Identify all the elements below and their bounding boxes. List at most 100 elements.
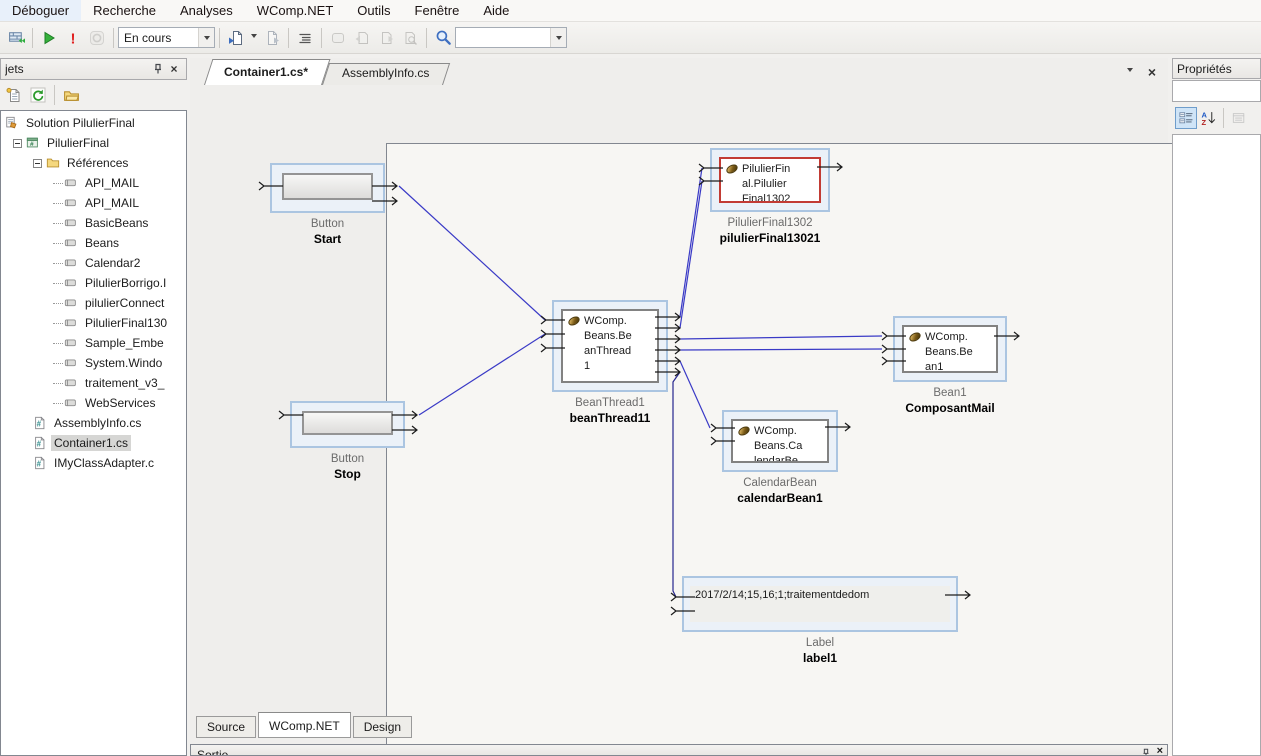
- menu-item-wcomp-net[interactable]: WComp.NET: [245, 0, 346, 21]
- tree-item-label: Solution PilulierFinal: [23, 115, 138, 131]
- document-tab-assemblyinfo-cs[interactable]: AssemblyInfo.cs: [322, 63, 443, 85]
- run-mode-combo-dropdown-icon[interactable]: [198, 28, 214, 47]
- properties-grid[interactable]: [1172, 134, 1261, 756]
- toolbar-separator: [54, 85, 55, 105]
- tree-item-api-mail[interactable]: API_MAIL: [1, 173, 186, 193]
- csfile-icon: #: [33, 416, 47, 430]
- toolbar-separator: [32, 28, 33, 48]
- menu-item-d-boguer[interactable]: Déboguer: [0, 0, 81, 21]
- dropdown-caret-icon[interactable]: [248, 27, 260, 49]
- component-type-label: Button: [245, 452, 450, 467]
- tree-item-container1-cs[interactable]: #Container1.cs: [1, 433, 186, 453]
- main-toolbar: ! En cours: [0, 22, 1261, 54]
- tree-collapse-icon[interactable]: [33, 159, 42, 168]
- menu-item-aide[interactable]: Aide: [471, 0, 521, 21]
- categorized-icon[interactable]: [1175, 107, 1197, 129]
- menu-item-outils[interactable]: Outils: [345, 0, 402, 21]
- break-icon[interactable]: !: [61, 26, 85, 50]
- tree-item-pilulierconnect[interactable]: pilulierConnect: [1, 293, 186, 313]
- new-file-icon[interactable]: [2, 83, 26, 107]
- tab-list-dropdown-icon[interactable]: [1122, 64, 1138, 79]
- shape-icon: [326, 26, 350, 50]
- tree-guide-line: [53, 363, 63, 364]
- tree-item-traitement-v3-[interactable]: traitement_v3_: [1, 373, 186, 393]
- tree-item-imyclassadapter-c[interactable]: #IMyClassAdapter.c: [1, 453, 186, 473]
- tree-item-pilulierborrigo-i[interactable]: PilulierBorrigo.I: [1, 273, 186, 293]
- tree-item-system-windo[interactable]: System.Windo: [1, 353, 186, 373]
- tree-item-basicbeans[interactable]: BasicBeans: [1, 213, 186, 233]
- properties-toolbar: AZ: [1172, 104, 1261, 132]
- properties-object-combo[interactable]: [1172, 80, 1261, 102]
- component-type-label: PilulierFinal1302: [665, 216, 875, 231]
- build-icon[interactable]: [4, 26, 28, 50]
- tree-item-solution-pilulierfinal[interactable]: Solution PilulierFinal: [1, 113, 186, 133]
- tree-guide-line: [53, 183, 63, 184]
- pin-icon[interactable]: [150, 62, 166, 77]
- component-button-stop[interactable]: [290, 401, 405, 448]
- tree-item-calendar2[interactable]: Calendar2: [1, 253, 186, 273]
- close-icon[interactable]: ×: [166, 62, 182, 77]
- view-tab-source[interactable]: Source: [196, 716, 256, 738]
- component-instance-label: ComposantMail: [848, 401, 1052, 416]
- sort-az-icon[interactable]: AZ: [1197, 107, 1219, 129]
- tree-item-pilulierfinal[interactable]: #PilulierFinal: [1, 133, 186, 153]
- tree-item-sample-embe[interactable]: Sample_Embe: [1, 333, 186, 353]
- component-caption-button-start: ButtonStart: [225, 217, 430, 247]
- tree-item-assemblyinfo-cs[interactable]: # AssemblyInfo.cs: [1, 413, 186, 433]
- run-mode-combo-value: En cours: [119, 31, 198, 45]
- folder-icon: [46, 156, 60, 170]
- bean-box: PilulierFinal.PilulierFinal1302: [719, 157, 821, 203]
- menu-item-analyses[interactable]: Analyses: [168, 0, 245, 21]
- tree-guide-line: [53, 283, 63, 284]
- document-tab-container1-cs-[interactable]: Container1.cs*: [204, 59, 322, 85]
- tree-guide-line: [53, 263, 63, 264]
- component-pilulier-final[interactable]: PilulierFinal.PilulierFinal1302: [710, 148, 830, 212]
- view-tab-design[interactable]: Design: [353, 716, 412, 738]
- component-bean-thread[interactable]: WComp.Beans.BeanThread1: [552, 300, 668, 392]
- search-combo[interactable]: [455, 27, 567, 48]
- tree-item-pilulierfinal130[interactable]: PilulierFinal130: [1, 313, 186, 333]
- component-instance-label: calendarBean1: [677, 491, 883, 506]
- tree-guide-line: [53, 403, 63, 404]
- refresh-icon[interactable]: [26, 83, 50, 107]
- output-panel-header[interactable]: Sortie ×: [190, 744, 1168, 756]
- svg-text:!: !: [71, 30, 76, 46]
- tree-item-api-mail[interactable]: API_MAIL: [1, 193, 186, 213]
- component-caption-pilulier-final: PilulierFinal1302pilulierFinal13021: [665, 216, 875, 246]
- solution-explorer-title: jets: [5, 62, 150, 76]
- project-icon: #: [26, 136, 40, 150]
- menu-item-fen-tre[interactable]: Fenêtre: [403, 0, 472, 21]
- component-class-text: PilulierFinal.PilulierFinal1302: [742, 162, 792, 203]
- reference-icon: [64, 376, 78, 390]
- component-type-label: Label: [637, 636, 1003, 651]
- tree-item-label: traitement_v3_: [82, 375, 167, 391]
- tree-item-label: WebServices: [82, 395, 158, 411]
- tree-item-r-f-rences[interactable]: Références: [1, 153, 186, 173]
- search-icon[interactable]: [431, 26, 455, 50]
- tree-item-label: AssemblyInfo.cs: [51, 415, 144, 431]
- component-calendar-bean[interactable]: WComp.Beans.CalendarBean: [722, 410, 838, 472]
- run-icon[interactable]: [37, 26, 61, 50]
- step-into-icon[interactable]: [224, 26, 248, 50]
- open-folder-icon[interactable]: [59, 83, 83, 107]
- toolbar-separator: [426, 28, 427, 48]
- bean-icon: [567, 315, 581, 328]
- toolbar-separator: [113, 28, 114, 48]
- component-composant-mail[interactable]: WComp.Beans.Bean1: [893, 316, 1007, 382]
- component-button-start[interactable]: [270, 163, 385, 213]
- tree-item-beans[interactable]: Beans: [1, 233, 186, 253]
- tree-item-webservices[interactable]: WebServices: [1, 393, 186, 413]
- component-label1[interactable]: 2017/2/14;15,16;1;traitementdedom: [682, 576, 958, 632]
- run-mode-combo[interactable]: En cours: [118, 27, 215, 48]
- view-tab-wcomp-net[interactable]: WComp.NET: [258, 712, 351, 738]
- search-combo-dropdown-icon[interactable]: [550, 28, 566, 47]
- comment-list-icon[interactable]: [293, 26, 317, 50]
- reference-icon: [64, 356, 78, 370]
- solution-explorer-header: jets ×: [0, 58, 187, 80]
- tab-close-icon[interactable]: ×: [1144, 64, 1160, 79]
- tree-collapse-icon[interactable]: [13, 139, 22, 148]
- menu-item-recherche[interactable]: Recherche: [81, 0, 168, 21]
- close-icon[interactable]: ×: [1157, 747, 1163, 756]
- reference-icon: [64, 236, 78, 250]
- pin-icon[interactable]: [1141, 747, 1151, 756]
